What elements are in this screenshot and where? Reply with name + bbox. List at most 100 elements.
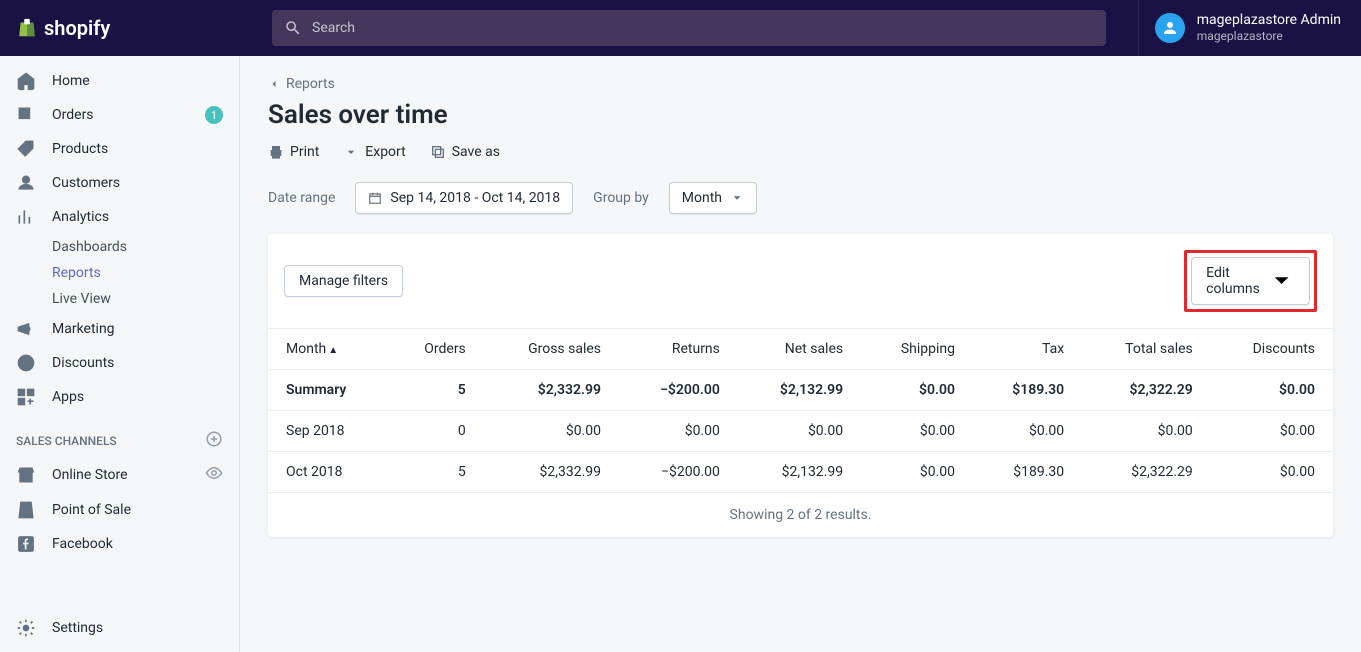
user-menu[interactable]: mageplazastore Admin mageplazastore — [1138, 0, 1361, 56]
table-row: Sep 2018 0 $0.00 $0.00 $0.00 $0.00 $0.00… — [268, 411, 1333, 452]
download-icon — [343, 144, 359, 160]
brand-text: shopify — [44, 16, 110, 40]
user-info: mageplazastore Admin mageplazastore — [1197, 12, 1341, 43]
topbar: shopify Search mageplazastore Admin mage… — [0, 0, 1361, 56]
col-orders[interactable]: Orders — [388, 329, 484, 370]
sales-channels-label: SALES CHANNELS — [0, 414, 239, 457]
apps-icon — [16, 387, 36, 407]
date-range-label: Date range — [268, 190, 335, 206]
sort-asc-icon: ▲ — [328, 345, 338, 356]
tag-icon — [16, 139, 36, 159]
pos-icon — [16, 500, 36, 520]
sidebar-item-label: Customers — [52, 175, 120, 191]
sidebar-item-facebook[interactable]: Facebook — [0, 527, 239, 561]
breadcrumb-label: Reports — [286, 76, 335, 92]
sidebar-item-home[interactable]: Home — [0, 64, 239, 98]
search-icon — [284, 19, 302, 37]
user-store: mageplazastore — [1197, 29, 1341, 43]
sidebar-item-discounts[interactable]: Discounts — [0, 346, 239, 380]
person-icon — [16, 173, 36, 193]
print-icon — [268, 144, 284, 160]
sidebar-item-label: Point of Sale — [52, 502, 131, 518]
date-range-picker[interactable]: Sep 14, 2018 - Oct 14, 2018 — [355, 182, 573, 214]
shopify-logo[interactable]: shopify — [16, 16, 110, 40]
sidebar-item-online-store[interactable]: Online Store — [0, 457, 239, 493]
sidebar-item-label: Online Store — [52, 467, 128, 483]
main-content: Reports Sales over time Print Export Sav… — [240, 56, 1361, 652]
facebook-icon — [16, 534, 36, 554]
user-name: mageplazastore Admin — [1197, 12, 1341, 29]
sidebar-item-label: Home — [52, 73, 90, 89]
sidebar-item-label: Analytics — [52, 209, 109, 225]
breadcrumb-back[interactable]: Reports — [268, 76, 1333, 92]
add-channel-button[interactable] — [205, 430, 223, 451]
sidebar-item-label: Products — [52, 141, 108, 157]
copy-icon — [430, 144, 446, 160]
col-discounts[interactable]: Discounts — [1211, 329, 1333, 370]
group-by-label: Group by — [593, 190, 649, 206]
caret-down-icon — [730, 191, 744, 205]
sidebar-item-apps[interactable]: Apps — [0, 380, 239, 414]
sidebar-item-customers[interactable]: Customers — [0, 166, 239, 200]
filter-row: Date range Sep 14, 2018 - Oct 14, 2018 G… — [268, 182, 1333, 214]
chevron-left-icon — [268, 78, 280, 90]
report-card: Manage filters Edit columns Month▲ Order… — [268, 234, 1333, 537]
sidebar-item-label: Orders — [52, 107, 94, 123]
eye-icon[interactable] — [205, 464, 223, 486]
table-row: Oct 2018 5 $2,332.99 −$200.00 $2,132.99 … — [268, 452, 1333, 493]
sidebar-item-label: Discounts — [52, 355, 114, 371]
col-total[interactable]: Total sales — [1082, 329, 1211, 370]
sidebar-item-marketing[interactable]: Marketing — [0, 312, 239, 346]
megaphone-icon — [16, 319, 36, 339]
col-tax[interactable]: Tax — [973, 329, 1082, 370]
col-month[interactable]: Month▲ — [268, 329, 388, 370]
sidebar-item-label: Settings — [52, 620, 103, 636]
sidebar-item-label: Marketing — [52, 321, 115, 337]
table-header-row: Month▲ Orders Gross sales Returns Net sa… — [268, 329, 1333, 370]
col-net[interactable]: Net sales — [738, 329, 861, 370]
gear-icon — [16, 618, 36, 638]
home-icon — [16, 71, 36, 91]
sidebar-sub-liveview[interactable]: Live View — [0, 286, 239, 312]
person-icon — [1161, 19, 1179, 37]
sidebar-item-label: Facebook — [52, 536, 113, 552]
sidebar: Home Orders 1 Products Customers Analyti… — [0, 56, 240, 652]
sidebar-sub-reports[interactable]: Reports — [0, 260, 239, 286]
store-icon — [16, 465, 36, 485]
page-title: Sales over time — [268, 100, 1333, 130]
results-note: Showing 2 of 2 results. — [268, 493, 1333, 537]
sidebar-sub-dashboards[interactable]: Dashboards — [0, 234, 239, 260]
saveas-button[interactable]: Save as — [430, 144, 500, 160]
edit-columns-highlight: Edit columns — [1184, 250, 1317, 312]
action-row: Print Export Save as — [268, 144, 1333, 160]
sidebar-item-label: Apps — [52, 389, 84, 405]
sidebar-item-products[interactable]: Products — [0, 132, 239, 166]
orders-icon — [16, 105, 36, 125]
search-area: Search — [240, 10, 1138, 46]
caret-down-icon — [1268, 267, 1295, 294]
col-shipping[interactable]: Shipping — [861, 329, 973, 370]
sidebar-item-settings[interactable]: Settings — [0, 611, 239, 652]
search-input[interactable]: Search — [272, 10, 1106, 46]
search-placeholder: Search — [312, 20, 355, 36]
analytics-icon — [16, 207, 36, 227]
col-gross[interactable]: Gross sales — [484, 329, 619, 370]
table-row: Summary 5 $2,332.99 −$200.00 $2,132.99 $… — [268, 370, 1333, 411]
orders-badge: 1 — [205, 106, 223, 124]
sidebar-item-orders[interactable]: Orders 1 — [0, 98, 239, 132]
shopify-bag-icon — [16, 16, 38, 40]
card-toolbar: Manage filters Edit columns — [268, 234, 1333, 329]
edit-columns-button[interactable]: Edit columns — [1191, 257, 1310, 305]
group-by-picker[interactable]: Month — [669, 182, 757, 214]
avatar — [1155, 13, 1185, 43]
sidebar-item-analytics[interactable]: Analytics — [0, 200, 239, 234]
logo-area: shopify — [0, 16, 240, 40]
sales-table: Month▲ Orders Gross sales Returns Net sa… — [268, 329, 1333, 493]
col-returns[interactable]: Returns — [619, 329, 738, 370]
discount-icon — [16, 353, 36, 373]
manage-filters-button[interactable]: Manage filters — [284, 265, 403, 297]
print-button[interactable]: Print — [268, 144, 319, 160]
calendar-icon — [368, 191, 382, 205]
export-button[interactable]: Export — [343, 144, 405, 160]
sidebar-item-pos[interactable]: Point of Sale — [0, 493, 239, 527]
